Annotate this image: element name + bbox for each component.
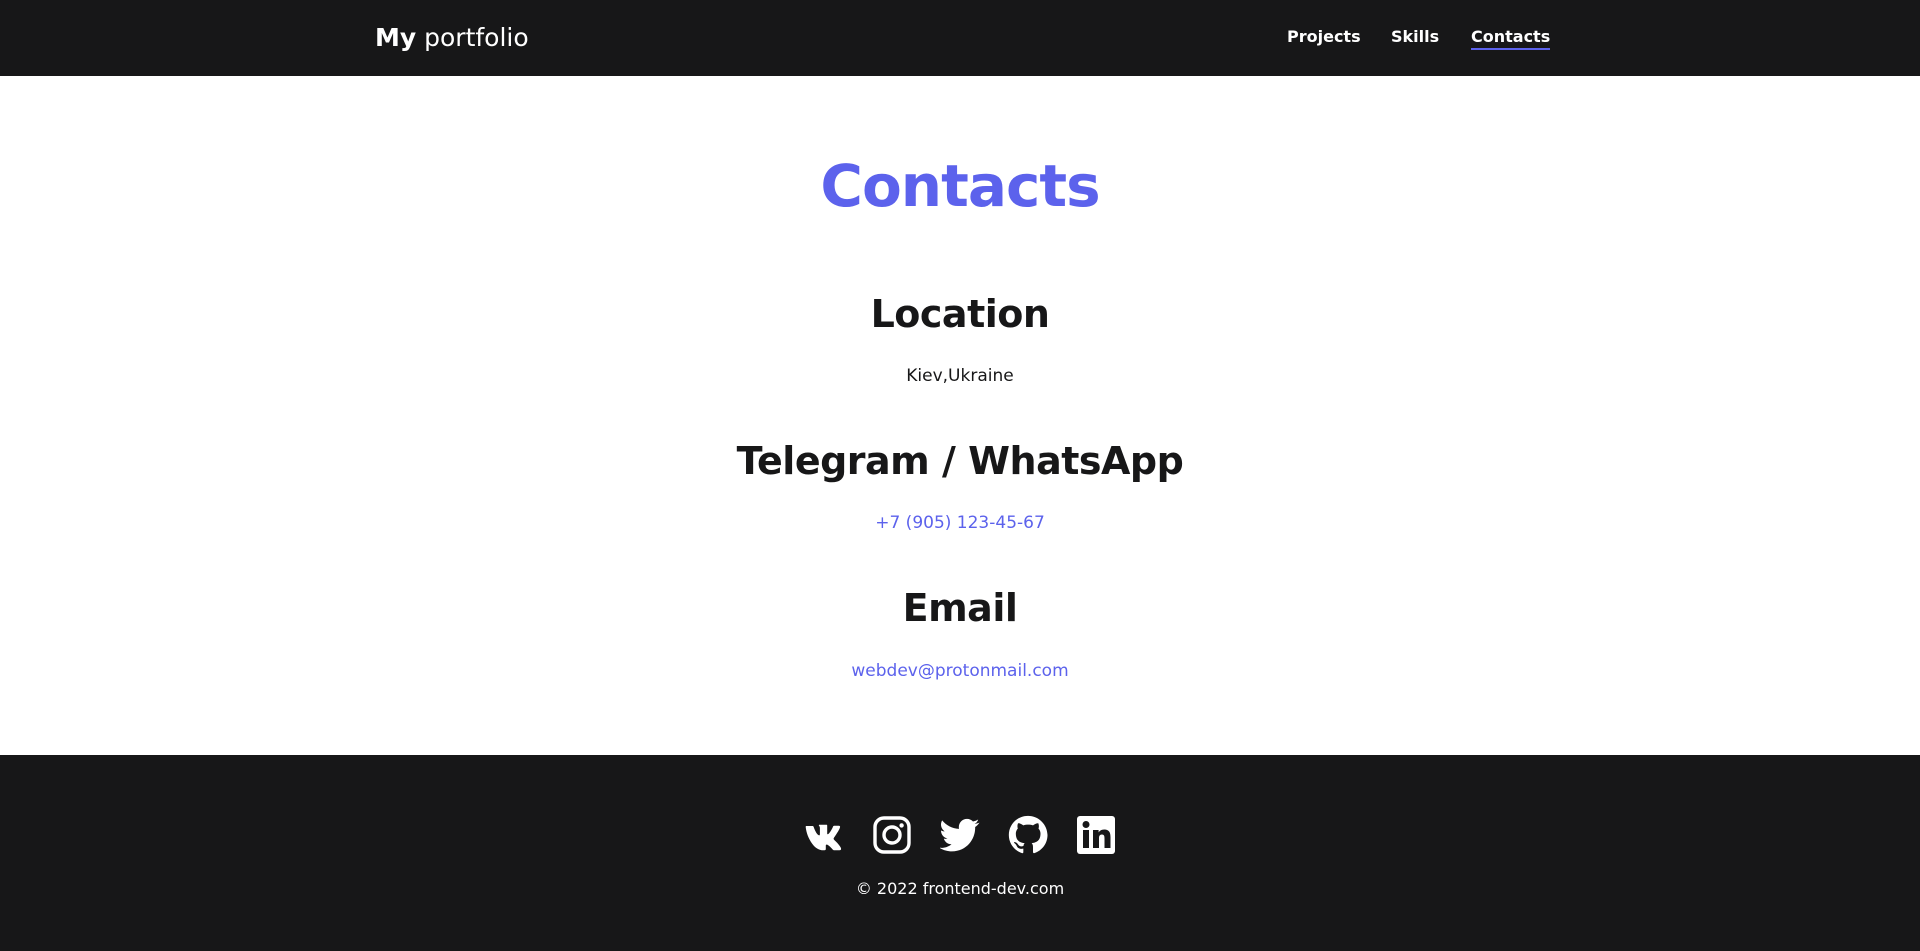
instagram-link[interactable] [872,815,912,855]
phone-row: +7 (905) 123-45-67 [0,511,1920,535]
linkedin-icon [1077,816,1115,854]
nav-link-skills[interactable]: Skills [1391,26,1439,50]
logo-light-text: portfolio [424,23,529,52]
linkedin-link[interactable] [1076,815,1116,855]
vk-icon [805,824,842,851]
site-header: My portfolio Projects Skills Contacts [0,0,1920,76]
email-row: webdev@protonmail.com [0,659,1920,683]
github-link[interactable] [1008,815,1048,855]
location-heading: Location [870,292,1050,336]
email-link[interactable]: webdev@protonmail.com [851,661,1068,681]
nav-link-projects[interactable]: Projects [1287,26,1361,50]
location-value: Kiev,Ukraine [906,366,1014,386]
logo-bold-text: My [375,23,417,52]
copyright-text: © 2022 frontend-dev.com [855,879,1065,898]
twitter-icon [940,818,980,852]
social-links [0,815,1920,855]
instagram-icon [873,816,911,854]
contacts-section: Contacts Location Kiev,Ukraine Telegram … [0,76,1920,755]
page-title: Contacts [820,152,1100,220]
email-heading: Email [902,586,1018,630]
site-logo[interactable]: My portfolio [375,22,529,54]
phone-link[interactable]: +7 (905) 123-45-67 [875,513,1045,533]
github-icon [1008,815,1048,854]
site-footer: © 2022 frontend-dev.com [0,755,1920,951]
vk-link[interactable] [804,815,844,855]
nav-link-contacts[interactable]: Contacts [1471,26,1551,50]
telegram-whatsapp-heading: Telegram / WhatsApp [736,439,1184,483]
twitter-link[interactable] [940,815,980,855]
